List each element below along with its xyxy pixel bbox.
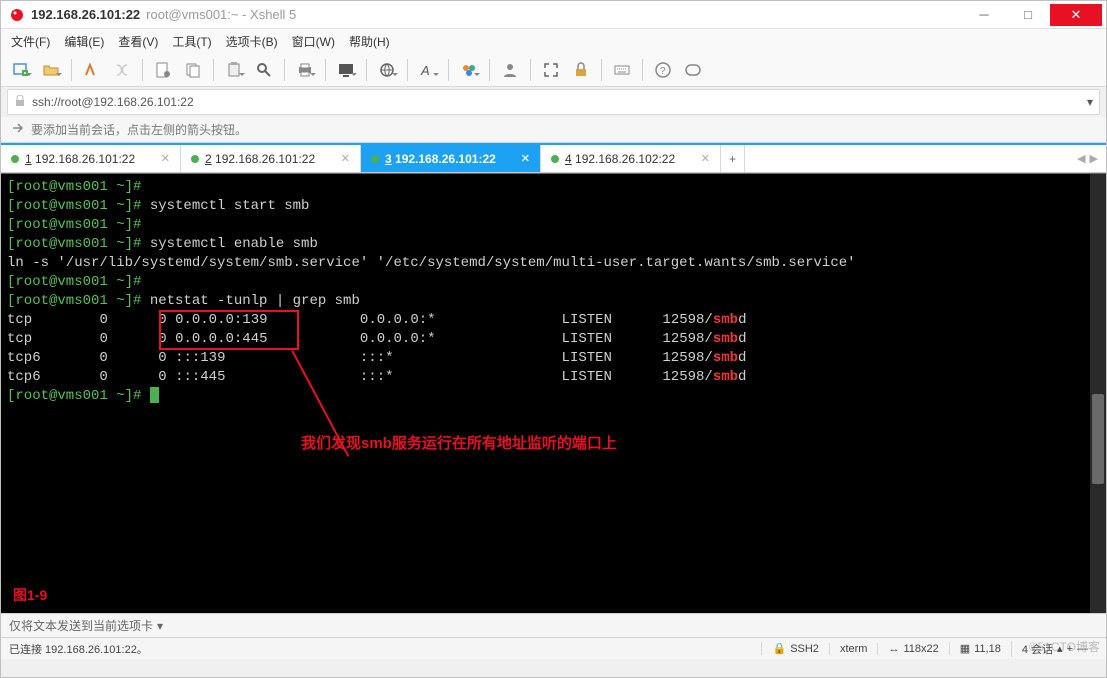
address-url: ssh://root@192.168.26.101:22 bbox=[32, 95, 194, 109]
status-term: xterm bbox=[829, 643, 878, 655]
tab-add-button[interactable]: + bbox=[721, 145, 745, 172]
tab-prev-icon[interactable]: ◀ bbox=[1077, 152, 1085, 165]
address-dropdown-icon[interactable]: ▾ bbox=[1087, 95, 1093, 109]
status-connection: 已连接 192.168.26.101:22。 bbox=[9, 641, 761, 657]
window-title-sub: root@vms001:~ - Xshell 5 bbox=[146, 7, 296, 22]
figure-label: 图1-9 bbox=[13, 585, 47, 605]
grid-icon: ▦ bbox=[960, 642, 970, 655]
send-target-label: 仅将文本发送到当前选项卡 bbox=[9, 617, 153, 634]
sessions-add-icon[interactable]: + bbox=[1067, 643, 1073, 655]
session-tabs: 1 192.168.26.101:22 ✕ 2 192.168.26.101:2… bbox=[1, 143, 1106, 173]
menu-edit[interactable]: 编辑(E) bbox=[64, 33, 104, 50]
status-dot-icon bbox=[11, 155, 19, 163]
status-dot-icon bbox=[191, 155, 199, 163]
sessions-close-icon[interactable]: — bbox=[1077, 643, 1088, 655]
toolbar: A ? bbox=[1, 53, 1106, 87]
hint-text: 要添加当前会话，点击左侧的箭头按钮。 bbox=[31, 121, 247, 138]
lock-icon: 🔒 bbox=[772, 642, 786, 655]
terminal-scrollbar[interactable] bbox=[1090, 174, 1106, 613]
color-button[interactable] bbox=[457, 58, 481, 82]
addr-lock-icon bbox=[14, 95, 26, 110]
window-titlebar: 192.168.26.101:22 root@vms001:~ - Xshell… bbox=[1, 1, 1106, 29]
app-icon bbox=[9, 7, 25, 23]
menu-window[interactable]: 窗口(W) bbox=[292, 33, 335, 50]
status-dot-icon bbox=[371, 155, 379, 163]
properties-button[interactable] bbox=[151, 58, 175, 82]
session-tab-4[interactable]: 4 192.168.26.102:22 ✕ bbox=[541, 145, 721, 172]
minimize-button[interactable]: ─ bbox=[962, 4, 1006, 26]
status-proto: 🔒SSH2 bbox=[761, 642, 828, 655]
disconnect-button[interactable] bbox=[110, 58, 134, 82]
annotation-text: 我们发现smb服务运行在所有地址监听的端口上 bbox=[301, 432, 617, 453]
status-pos: ▦ 11,18 bbox=[949, 642, 1011, 655]
hint-bar: 要添加当前会话，点击左侧的箭头按钮。 bbox=[1, 117, 1106, 143]
print-button[interactable] bbox=[293, 58, 317, 82]
paste-button[interactable] bbox=[222, 58, 246, 82]
menu-tools[interactable]: 工具(T) bbox=[172, 33, 211, 50]
session-tab-1[interactable]: 1 192.168.26.101:22 ✕ bbox=[1, 145, 181, 172]
open-button[interactable] bbox=[39, 58, 63, 82]
status-sessions: 4 会话 ▴ + — bbox=[1011, 641, 1098, 657]
session-tab-3[interactable]: 3 192.168.26.101:22 ✕ bbox=[361, 145, 541, 172]
send-dropdown-icon[interactable]: ▾ bbox=[157, 619, 163, 633]
fullscreen-button[interactable] bbox=[539, 58, 563, 82]
menu-view[interactable]: 查看(V) bbox=[118, 33, 158, 50]
status-dot-icon bbox=[551, 155, 559, 163]
close-button[interactable]: ✕ bbox=[1050, 4, 1102, 26]
user-button[interactable] bbox=[498, 58, 522, 82]
svg-text:?: ? bbox=[660, 66, 666, 77]
maximize-button[interactable]: □ bbox=[1006, 4, 1050, 26]
menu-tabs[interactable]: 选项卡(B) bbox=[226, 33, 278, 50]
bookmark-button[interactable] bbox=[681, 58, 705, 82]
tab-close-icon[interactable]: ✕ bbox=[701, 152, 710, 165]
tab-close-icon[interactable]: ✕ bbox=[161, 152, 170, 165]
annotation-box bbox=[159, 310, 299, 350]
status-bar: 已连接 192.168.26.101:22。 🔒SSH2 xterm ↔ 118… bbox=[1, 637, 1106, 659]
svg-text:A: A bbox=[420, 63, 430, 78]
status-size: ↔ 118x22 bbox=[877, 643, 948, 655]
keyboard-button[interactable] bbox=[610, 58, 634, 82]
encoding-button[interactable] bbox=[375, 58, 399, 82]
tab-close-icon[interactable]: ✕ bbox=[521, 152, 530, 165]
menu-help[interactable]: 帮助(H) bbox=[349, 33, 390, 50]
session-tab-2[interactable]: 2 192.168.26.101:22 ✕ bbox=[181, 145, 361, 172]
resize-icon: ↔ bbox=[888, 643, 899, 655]
tab-next-icon[interactable]: ▶ bbox=[1090, 152, 1098, 165]
sessions-up-icon[interactable]: ▴ bbox=[1057, 642, 1063, 655]
new-session-button[interactable] bbox=[9, 58, 33, 82]
terminal-output: [root@vms001 ~]# [root@vms001 ~]# system… bbox=[1, 174, 1106, 410]
screen-button[interactable] bbox=[334, 58, 358, 82]
lock-button[interactable] bbox=[569, 58, 593, 82]
terminal-area[interactable]: [root@vms001 ~]# [root@vms001 ~]# system… bbox=[1, 173, 1106, 613]
terminal-cursor bbox=[150, 387, 159, 403]
send-bar[interactable]: 仅将文本发送到当前选项卡 ▾ bbox=[1, 613, 1106, 637]
menu-file[interactable]: 文件(F) bbox=[11, 33, 50, 50]
font-button[interactable]: A bbox=[416, 58, 440, 82]
reconnect-button[interactable] bbox=[80, 58, 104, 82]
window-title-main: 192.168.26.101:22 bbox=[31, 7, 140, 22]
tab-close-icon[interactable]: ✕ bbox=[341, 152, 350, 165]
copy-button[interactable] bbox=[181, 58, 205, 82]
tab-nav: ◀ ▶ bbox=[1069, 145, 1106, 172]
menu-bar: 文件(F) 编辑(E) 查看(V) 工具(T) 选项卡(B) 窗口(W) 帮助(… bbox=[1, 29, 1106, 53]
help-button[interactable]: ? bbox=[651, 58, 675, 82]
address-bar[interactable]: ssh://root@192.168.26.101:22 ▾ bbox=[7, 89, 1100, 115]
find-button[interactable] bbox=[252, 58, 276, 82]
hint-arrow-icon[interactable] bbox=[11, 121, 25, 138]
